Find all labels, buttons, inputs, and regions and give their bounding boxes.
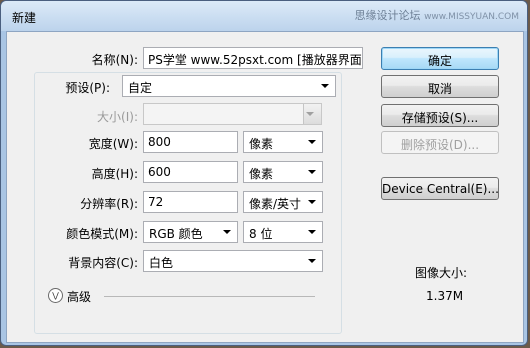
device-central-button[interactable]: Device Central(E)...	[381, 177, 499, 200]
width-input[interactable]: 800	[143, 131, 238, 153]
title-bar[interactable]: 新建 思缘设计论坛 www.MISSYUAN.COM	[1, 1, 527, 31]
advanced-toggle-label[interactable]: 高级	[67, 288, 91, 305]
image-size-label: 图像大小:	[415, 266, 468, 280]
ok-button[interactable]: 确定	[381, 47, 499, 70]
save-preset-button[interactable]: 存储预设(S)...	[381, 104, 499, 127]
height-unit-select[interactable]: 像素	[243, 161, 323, 183]
chevron-down-icon	[223, 230, 231, 234]
width-unit-select[interactable]: 像素	[243, 131, 323, 153]
bit-depth-select[interactable]: 8 位	[243, 221, 323, 243]
name-label: 名称(N):	[91, 53, 138, 67]
size-label: 大小(I):	[97, 110, 138, 124]
width-unit-value: 像素	[249, 137, 274, 151]
cancel-button[interactable]: 取消	[381, 75, 499, 98]
advanced-divider	[104, 296, 315, 297]
chevron-down-icon	[308, 259, 316, 263]
height-label: 高度(H):	[91, 167, 138, 181]
preset-value: 自定	[128, 81, 153, 95]
height-input[interactable]: 600	[143, 161, 238, 183]
color-mode-value: RGB 颜色	[149, 227, 203, 241]
resolution-unit-select[interactable]: 像素/英寸	[243, 191, 323, 213]
background-value: 白色	[149, 256, 174, 270]
chevron-down-icon	[308, 230, 316, 234]
delete-preset-button: 删除预设(D)...	[381, 131, 499, 154]
dialog-body: 名称(N): PS学堂 www.52psxt.com [播放器界面] 预设(P)…	[6, 31, 524, 343]
preset-label: 预设(P):	[65, 81, 110, 95]
width-label: 宽度(W):	[88, 137, 138, 151]
resolution-unit-value: 像素/英寸	[249, 197, 302, 211]
size-select	[143, 103, 322, 125]
watermark-text: 思缘设计论坛	[354, 9, 421, 22]
chevron-down-circle-icon[interactable]: ⋁	[48, 288, 63, 303]
color-mode-label: 颜色模式(M):	[66, 227, 138, 241]
bit-depth-value: 8 位	[249, 227, 273, 241]
dialog-title: 新建	[12, 11, 37, 25]
watermark: 思缘设计论坛 www.MISSYUAN.COM	[355, 7, 519, 23]
name-input[interactable]: PS学堂 www.52psxt.com [播放器界面]	[143, 47, 363, 69]
chevron-down-icon	[308, 200, 316, 204]
chevron-down-icon	[321, 84, 329, 88]
new-document-dialog: 新建 思缘设计论坛 www.MISSYUAN.COM 名称(N): PS学堂 w…	[0, 0, 528, 346]
height-unit-value: 像素	[249, 167, 274, 181]
resolution-label: 分辨率(R):	[80, 197, 138, 211]
color-mode-select[interactable]: RGB 颜色	[143, 221, 238, 243]
chevron-down-icon	[308, 140, 316, 144]
watermark-url: www.MISSYUAN.COM	[424, 12, 519, 22]
chevron-down-icon	[306, 112, 314, 116]
resolution-input[interactable]: 72	[143, 191, 238, 213]
background-select[interactable]: 白色	[143, 250, 323, 272]
chevron-down-icon	[308, 170, 316, 174]
preset-select[interactable]: 自定	[122, 75, 336, 97]
background-label: 背景内容(C):	[68, 256, 138, 270]
image-size-value: 1.37M	[426, 289, 464, 303]
